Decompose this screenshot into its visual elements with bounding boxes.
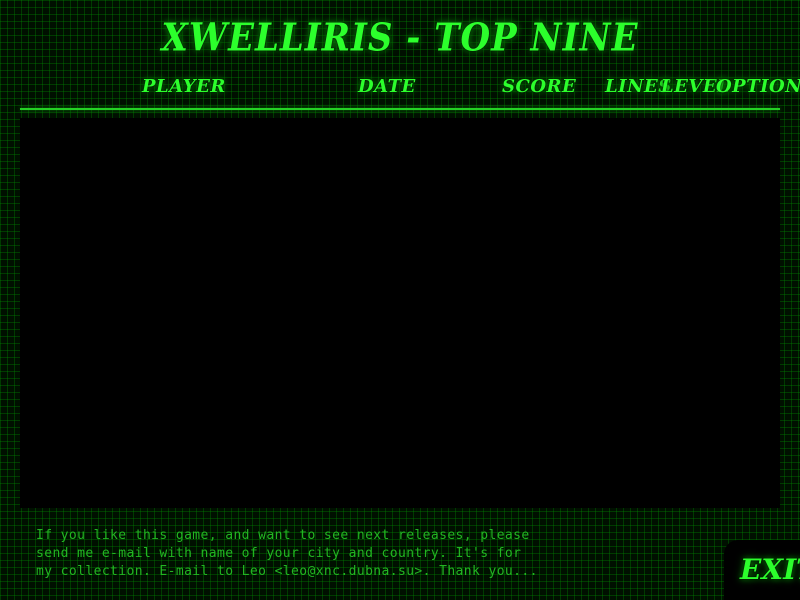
column-header-date: DATE <box>358 76 416 97</box>
exit-button[interactable]: EXIT <box>740 550 800 590</box>
header-divider <box>20 108 780 110</box>
column-header-options: OPTIONS <box>716 76 800 97</box>
footer-message: If you like this game, and want to see n… <box>36 528 538 579</box>
score-table <box>20 118 780 508</box>
page-title: XWELLIRIS - TOP NINE <box>161 15 639 61</box>
column-header-player: PLAYER <box>142 76 226 97</box>
column-header-score: SCORE <box>502 76 577 97</box>
high-score-screen: XWELLIRIS - TOP NINE PLAYER DATE SCORE L… <box>0 0 800 600</box>
